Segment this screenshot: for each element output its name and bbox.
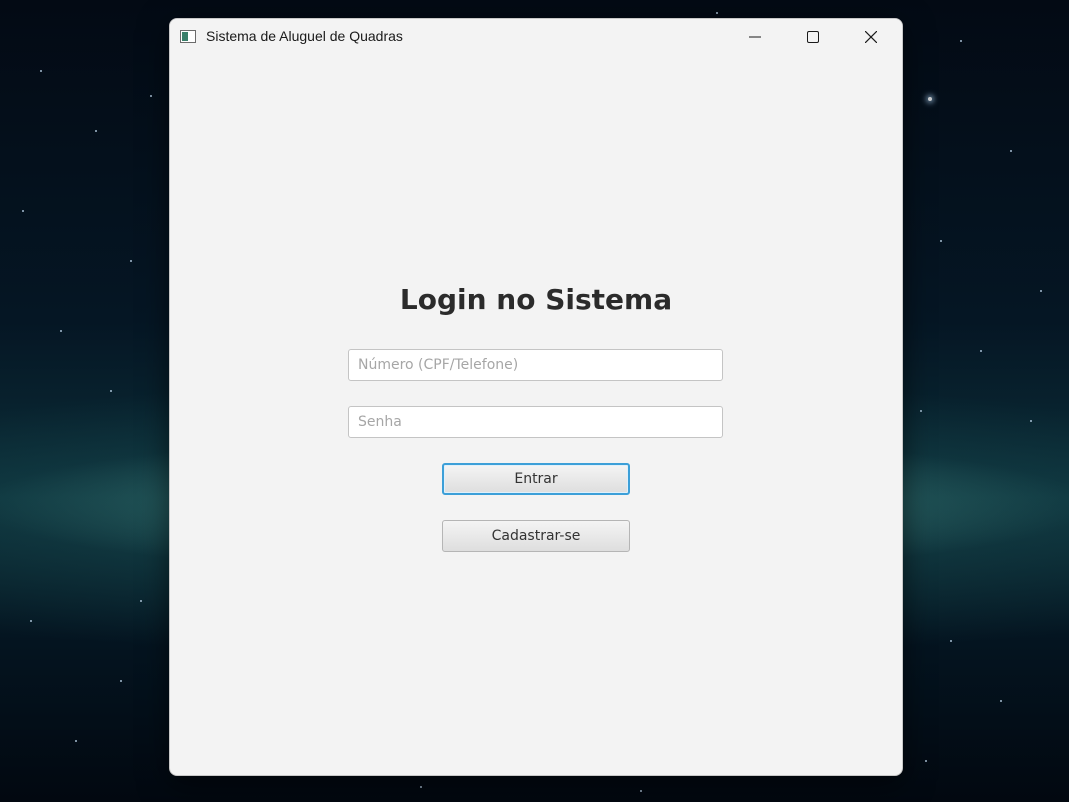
app-window: Sistema de Aluguel de Quadras Login no S…: [169, 18, 903, 776]
maximize-icon: [807, 31, 819, 43]
register-button[interactable]: Cadastrar-se: [442, 520, 630, 552]
title-bar[interactable]: Sistema de Aluguel de Quadras: [170, 19, 902, 55]
close-button[interactable]: [842, 19, 900, 55]
password-input[interactable]: [348, 406, 723, 438]
maximize-button[interactable]: [784, 19, 842, 55]
window-title: Sistema de Aluguel de Quadras: [206, 28, 403, 44]
minimize-button[interactable]: [726, 19, 784, 55]
login-title: Login no Sistema: [399, 283, 673, 316]
close-icon: [865, 31, 877, 43]
login-button[interactable]: Entrar: [442, 463, 630, 495]
app-icon: [180, 30, 196, 43]
login-form: Login no Sistema Entrar Cadastrar-se: [170, 55, 902, 775]
cpf-phone-input[interactable]: [348, 349, 723, 381]
minimize-icon: [749, 36, 761, 38]
